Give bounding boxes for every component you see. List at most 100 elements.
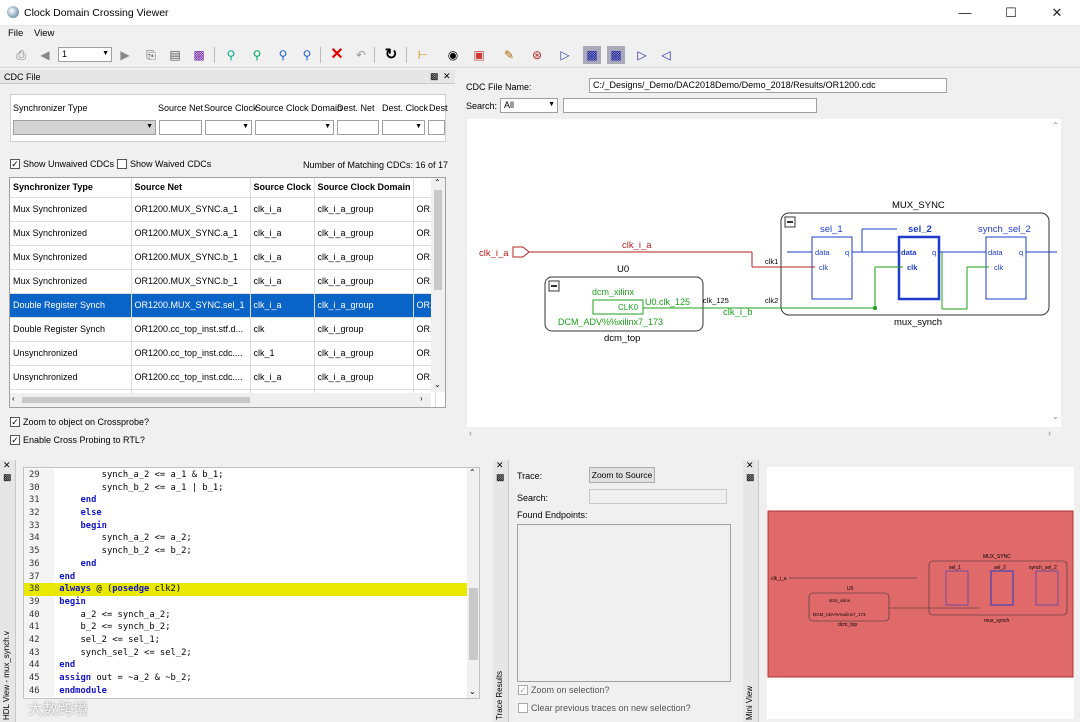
table-cell: clk_i_a: [250, 365, 315, 390]
trace-search-label: Search:: [517, 493, 549, 503]
schematic-scroll-left[interactable]: ‹: [469, 428, 472, 438]
panel-close-icon[interactable]: ✕: [443, 71, 451, 82]
line-number: 30: [24, 481, 54, 495]
cdc-icon-3[interactable]: ▷: [633, 46, 651, 64]
trace-search-field[interactable]: [589, 489, 727, 504]
table-row[interactable]: Mux Synchronized OR1200.MUX_SYNC.a_1 clk_i…: [10, 221, 436, 246]
cdc-icon-4[interactable]: ◁: [657, 46, 675, 64]
schematic-svg: MUX_SYNC mux_synch sel_1 data q clk sel_…: [479, 200, 1057, 344]
zoom-area-icon[interactable]: ⚲: [298, 46, 316, 64]
schematic-scroll-up[interactable]: ⌃: [1052, 121, 1059, 130]
page-setup-icon[interactable]: ▤: [166, 46, 184, 64]
zoom-out-icon[interactable]: ⚲: [274, 46, 292, 64]
endpoints-list[interactable]: [517, 524, 731, 682]
delete-icon[interactable]: ✕: [328, 46, 346, 64]
schematic-scroll-right[interactable]: ›: [1048, 428, 1051, 438]
zoom-crossprobe-checkbox[interactable]: ✓: [10, 417, 20, 427]
hdl-pin-icon[interactable]: ▩: [3, 472, 12, 483]
separator: [406, 47, 407, 63]
table-row[interactable]: Mux Synchronized OR1200.MUX_SYNC.b_1 clk_i…: [10, 269, 436, 294]
column-header[interactable]: Source Net: [131, 178, 251, 198]
hdl-view-panel: ✕ ▩ HDL View - mux_synch.v 29 synch_a_2 …: [0, 460, 490, 722]
mini-close-icon[interactable]: ✕: [746, 460, 754, 471]
filter-synchronizer-type[interactable]: ▼: [13, 120, 156, 135]
line-number: 36: [24, 557, 54, 571]
show-waived-checkbox[interactable]: [117, 159, 127, 169]
column-header[interactable]: Source Clock: [250, 178, 315, 198]
table-row[interactable]: Double Register Synch OR1200.MUX_SYNC.sel…: [10, 293, 436, 318]
close-button[interactable]: ✕: [1034, 0, 1080, 26]
schematic-canvas[interactable]: MUX_SYNC mux_synch sel_1 data q clk sel_…: [467, 119, 1061, 427]
svg-text:sel_2: sel_2: [994, 565, 1006, 571]
search-scope-combo[interactable]: All ▼: [500, 98, 558, 113]
cdc-file-name-field[interactable]: C:/_Designs/_Demo/DAC2018Demo/Demo_2018/…: [589, 78, 947, 93]
mini-view-tab[interactable]: Mini View: [745, 675, 754, 720]
zoom-fit-icon[interactable]: ⚲: [222, 46, 240, 64]
print-preview-icon[interactable]: ⎘: [142, 46, 160, 64]
code-vscrollbar[interactable]: ⌃ ⌄: [467, 468, 479, 698]
hierarchy-icon[interactable]: ▣: [470, 46, 488, 64]
search-field[interactable]: [563, 98, 817, 113]
cdc-icon-2[interactable]: ▩: [607, 46, 625, 64]
zoom-selection-checkbox[interactable]: ✓: [518, 685, 528, 695]
code-text: synch_b_2 <= a_1 | b_1;: [59, 482, 224, 493]
zoom-to-source-button[interactable]: Zoom to Source: [589, 467, 655, 483]
table-hscrollbar[interactable]: ‹ ›: [10, 393, 431, 407]
zoom-in-icon[interactable]: ⚲: [248, 46, 266, 64]
filter-source-clock[interactable]: ▼: [205, 120, 252, 135]
filter-source-net[interactable]: [159, 120, 202, 135]
schematic-scroll-down[interactable]: ⌄: [1052, 412, 1059, 421]
table-row[interactable]: Mux Synchronized OR1200.MUX_SYNC.b_1 clk_i…: [10, 245, 436, 270]
mini-svg: MUX_SYNC mux_synch sel_1 sel_2 synch_sel…: [767, 510, 1074, 678]
filter-dest-net[interactable]: [337, 120, 379, 135]
code-text: clk2): [149, 584, 182, 595]
table-row[interactable]: Unsynchronized OR1200.cc_top_inst.cdc....…: [10, 341, 436, 366]
back-icon[interactable]: ◀: [36, 46, 54, 64]
code-editor[interactable]: 29 synch_a_2 <= a_1 & b_1; 30 synch_b_2 <…: [23, 467, 480, 699]
filter-dest-clock[interactable]: ▼: [382, 120, 425, 135]
cdc-icon-1[interactable]: ▩: [583, 46, 601, 64]
table-row[interactable]: Double Register Synch OR1200.cc_top_inst.…: [10, 317, 436, 342]
hdl-view-tab[interactable]: HDL View - mux_synch.v: [2, 620, 11, 720]
code-line: 42 sel_2 <= sel_1;: [24, 633, 467, 647]
clear-traces-checkbox[interactable]: [518, 703, 528, 713]
table-vscrollbar[interactable]: ⌃ ⌄: [431, 178, 445, 392]
column-header[interactable]: Synchronizer Type: [10, 178, 132, 198]
menu-view[interactable]: View: [34, 28, 54, 39]
mini-canvas[interactable]: MUX_SYNC mux_synch sel_1 sel_2 synch_sel…: [767, 467, 1074, 719]
trace-close-icon[interactable]: ✕: [496, 460, 504, 471]
table-cell: OR1200.cc_top_inst.cdc....: [131, 365, 251, 390]
column-header[interactable]: Source Clock Domain: [314, 178, 414, 198]
maximize-button[interactable]: ☐: [988, 0, 1034, 26]
table-row[interactable]: Unsynchronized OR1200.cc_top_inst.cdc....…: [10, 365, 436, 390]
filter-dest[interactable]: [428, 120, 445, 135]
trace-results-tab[interactable]: Trace Results: [495, 660, 504, 720]
hdl-float-icon[interactable]: ✕: [3, 460, 11, 471]
line-number: 33: [24, 519, 54, 533]
line-number: 35: [24, 545, 54, 558]
code-text: sel_2 <= sel_1;: [59, 634, 160, 645]
print-icon[interactable]: ⎙: [12, 46, 30, 64]
pin-icon[interactable]: ⊢: [414, 46, 432, 64]
export-icon[interactable]: ▩: [190, 46, 208, 64]
page-combo[interactable]: 1 ▼: [58, 47, 112, 62]
pencil-icon[interactable]: ✎: [500, 46, 518, 64]
float-icon[interactable]: ▩: [430, 71, 439, 82]
menu-file[interactable]: File: [8, 28, 23, 39]
refresh-icon[interactable]: ↻: [382, 46, 400, 64]
line-number: 31: [24, 494, 54, 508]
show-unwaived-checkbox[interactable]: ✓: [10, 159, 20, 169]
synch-sel-2-label: synch_sel_2: [978, 224, 1031, 235]
table-cell: Unsynchronized: [10, 341, 132, 366]
filter-source-clock-domain[interactable]: ▼: [255, 120, 334, 135]
minimize-button[interactable]: —: [942, 0, 988, 26]
forward-icon[interactable]: ▶: [116, 46, 134, 64]
cross-probe-checkbox[interactable]: ✓: [10, 435, 20, 445]
trace-float-icon[interactable]: ▩: [496, 472, 505, 483]
mini-float-icon[interactable]: ▩: [746, 472, 755, 483]
table-row[interactable]: Mux Synchronized OR1200.MUX_SYNC.a_1 clk_i…: [10, 197, 436, 222]
undo-icon[interactable]: ↶: [352, 46, 370, 64]
register-icon[interactable]: ▷: [556, 46, 574, 64]
net-icon[interactable]: ⊛: [528, 46, 546, 64]
binoculars-icon[interactable]: ◉: [444, 46, 462, 64]
